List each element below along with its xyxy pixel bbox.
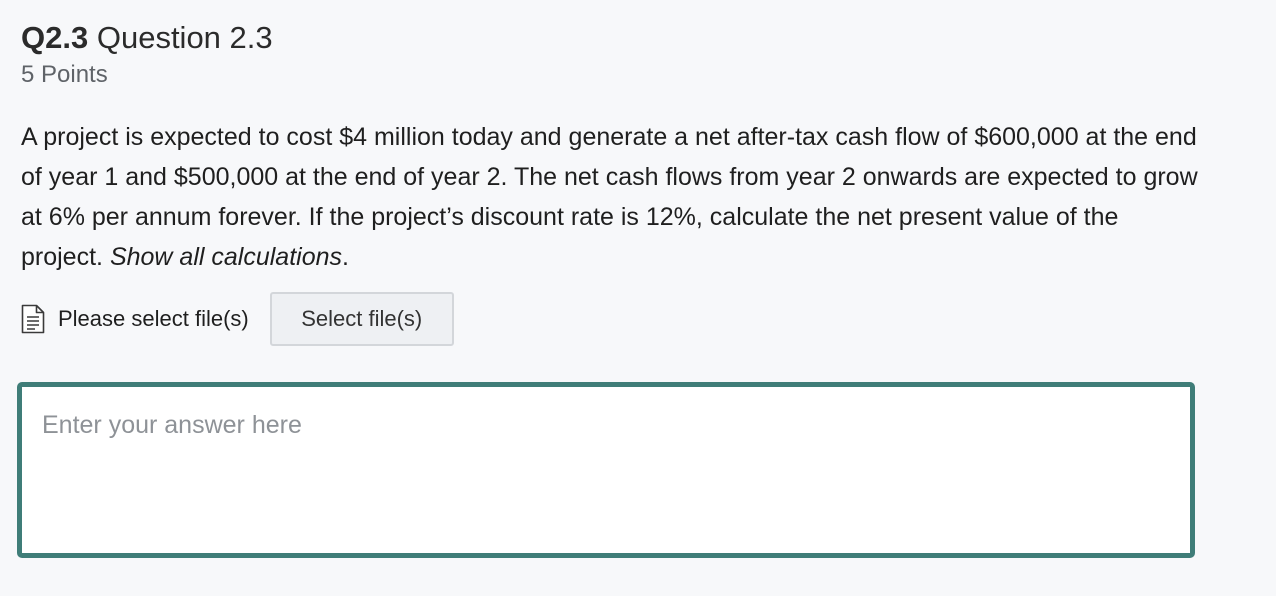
file-select-label: Please select file(s) [58,306,249,331]
answer-input[interactable] [17,382,1195,558]
document-icon [21,304,45,334]
question-title: Question 2.3 [96,20,273,55]
question-points: 5 Points [21,61,108,88]
file-upload-row: Please select file(s) Select file(s) [21,292,454,346]
question-emphasis: Show all calculations [109,243,343,271]
question-text: A project is expected to cost $4 million… [21,117,1201,277]
question-body-end: . [342,243,349,271]
select-files-button[interactable]: Select file(s) [269,292,454,346]
question-block: Q2.3 Question 2.3 5 Points A project is … [21,18,1201,277]
question-number: Q2.3 [21,20,89,55]
question-header: Q2.3 Question 2.3 [21,18,1201,58]
